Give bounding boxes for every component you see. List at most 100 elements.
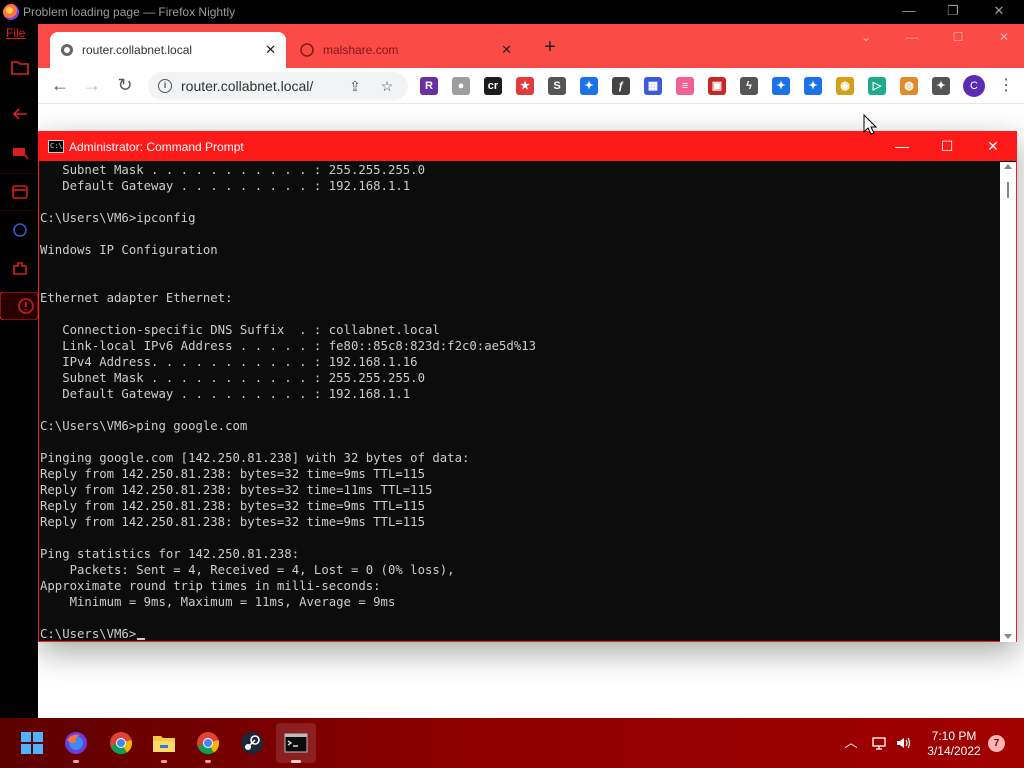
command-prompt-icon[interactable] bbox=[284, 731, 308, 755]
new-tab-button[interactable]: + bbox=[540, 37, 560, 58]
cmd-output-line bbox=[40, 306, 999, 322]
firefox-minimize-button[interactable]: — bbox=[886, 0, 932, 24]
text-cursor bbox=[137, 638, 146, 640]
cmd-output[interactable]: Subnet Mask . . . . . . . . . . . : 255.… bbox=[39, 162, 999, 642]
image-extension-icon[interactable]: ▣ bbox=[708, 77, 726, 95]
running-indicator bbox=[73, 760, 79, 763]
r-extension-icon[interactable]: R bbox=[420, 77, 438, 95]
cmd-output-line bbox=[40, 402, 999, 418]
reload-button[interactable]: ↻ bbox=[115, 76, 135, 96]
network-icon[interactable] bbox=[871, 735, 887, 751]
tab-malshare[interactable]: malshare.com ✕ bbox=[288, 32, 522, 68]
firefox-restore-button[interactable]: ❐ bbox=[930, 0, 976, 24]
cmd-output-line: IPv4 Address. . . . . . . . . . . : 192.… bbox=[40, 355, 418, 369]
back-arrow-icon[interactable] bbox=[11, 106, 29, 122]
library-icon[interactable] bbox=[11, 184, 29, 200]
firefox-icon[interactable] bbox=[64, 731, 88, 755]
cmd-titlebar[interactable]: C:\ Administrator: Command Prompt — ☐ ✕ bbox=[39, 132, 1016, 161]
cmd-output-line: Approximate round trip times in milli-se… bbox=[40, 579, 381, 593]
chrome-close-button[interactable]: ✕ bbox=[994, 30, 1014, 44]
chrome-maximize-button[interactable]: ☐ bbox=[948, 30, 968, 44]
puzzle-grey-icon[interactable]: ● bbox=[452, 77, 470, 95]
firefox-close-button[interactable]: ✕ bbox=[976, 0, 1022, 24]
cmd-output-line: Connection-specific DNS Suffix . : colla… bbox=[40, 323, 440, 337]
profile-avatar[interactable]: C bbox=[963, 75, 985, 97]
chrome-icon[interactable] bbox=[109, 731, 133, 755]
cookie-extension-icon[interactable]: ◍ bbox=[900, 77, 918, 95]
cmd-output-line: Reply from 142.250.81.238: bytes=32 time… bbox=[40, 499, 425, 513]
s-extension-icon[interactable]: S bbox=[548, 77, 566, 95]
chrome-2-icon[interactable] bbox=[196, 731, 220, 755]
cmd-output-line: Packets: Sent = 4, Received = 4, Lost = … bbox=[40, 563, 455, 577]
scroll-thumb[interactable] bbox=[1007, 182, 1009, 198]
clock-date: 3/14/2022 bbox=[927, 744, 981, 758]
globe-icon bbox=[61, 44, 73, 56]
running-indicator bbox=[205, 760, 211, 763]
cmd-prompt-line[interactable]: C:\Users\VM6> bbox=[40, 626, 999, 642]
forward-button[interactable]: → bbox=[82, 76, 102, 96]
chrome-toolbar: ← → ↻ i router.collabnet.local/ ⇪ ☆ R ● cr… bbox=[38, 68, 1024, 104]
tab-router[interactable]: router.collabnet.local ✕ bbox=[50, 32, 286, 68]
info-icon[interactable] bbox=[0, 292, 38, 320]
folder-icon[interactable] bbox=[11, 59, 29, 75]
back-button[interactable]: ← bbox=[50, 76, 70, 96]
file-explorer-icon[interactable] bbox=[152, 731, 176, 755]
command-prompt-window[interactable]: C:\ Administrator: Command Prompt — ☐ ✕ … bbox=[38, 131, 1017, 642]
cmd-output-line: Subnet Mask . . . . . . . . . . . : 255.… bbox=[40, 163, 425, 177]
tab-close-icon[interactable]: ✕ bbox=[501, 32, 512, 68]
scroll-up-icon[interactable] bbox=[1004, 164, 1012, 169]
cmd-output-line: Windows IP Configuration bbox=[40, 243, 218, 257]
puzzle-blue-icon[interactable]: ✦ bbox=[580, 77, 598, 95]
cmd-output-line bbox=[40, 226, 999, 242]
firefox-sidebar: File bbox=[0, 24, 38, 718]
cmd-scrollbar[interactable] bbox=[1000, 162, 1016, 642]
screenshot-icon[interactable] bbox=[11, 145, 29, 161]
share-icon[interactable]: ⇪ bbox=[346, 77, 364, 95]
cmd-close-button[interactable]: ✕ bbox=[970, 132, 1016, 161]
address-bar[interactable]: i router.collabnet.local/ ⇪ ☆ bbox=[148, 72, 408, 100]
system-clock[interactable]: 7:10 PM 3/14/2022 bbox=[920, 729, 988, 759]
puzzle-icon[interactable] bbox=[11, 260, 29, 276]
grid-extension-icon[interactable]: ▦ bbox=[644, 77, 662, 95]
lightning-extension-icon[interactable]: ϟ bbox=[740, 77, 758, 95]
doge-extension-icon[interactable]: ◉ bbox=[836, 77, 854, 95]
cmd-output-line bbox=[40, 194, 999, 210]
cmd-output-line bbox=[40, 434, 999, 450]
tab-label: router.collabnet.local bbox=[82, 43, 193, 57]
cmd-output-line: Reply from 142.250.81.238: bytes=32 time… bbox=[40, 467, 425, 481]
cmd-output-line bbox=[40, 258, 999, 274]
menu-file[interactable]: File bbox=[6, 26, 25, 40]
bookmark-star-icon[interactable]: ☆ bbox=[378, 77, 396, 95]
chrome-minimize-button[interactable]: — bbox=[902, 30, 922, 44]
firefox-titlebar[interactable]: Problem loading page — Firefox Nightly —… bbox=[0, 0, 1024, 24]
puzzle-blue-2-icon[interactable]: ✦ bbox=[772, 77, 790, 95]
chrome-menu-icon[interactable]: ⋮ bbox=[998, 76, 1014, 96]
play-extension-icon[interactable]: ▷ bbox=[868, 77, 886, 95]
firefox-window-title: Problem loading page — Firefox Nightly bbox=[23, 5, 236, 19]
cmd-app-icon: C:\ bbox=[48, 140, 64, 153]
cmd-output-line: Minimum = 9ms, Maximum = 11ms, Average =… bbox=[40, 595, 396, 609]
cmd-output-line: Ethernet adapter Ethernet: bbox=[40, 291, 233, 305]
volume-icon[interactable] bbox=[895, 735, 911, 751]
windows-start-icon[interactable] bbox=[20, 731, 44, 755]
tab-search-chevron-down-icon[interactable]: ⌄ bbox=[856, 30, 876, 44]
red-shield-icon[interactable]: ★ bbox=[516, 77, 534, 95]
address-url[interactable]: router.collabnet.local/ bbox=[181, 78, 313, 94]
f-extension-icon[interactable]: ƒ bbox=[612, 77, 630, 95]
cmd-minimize-button[interactable]: — bbox=[879, 132, 925, 161]
extensions-puzzle-icon[interactable]: ✦ bbox=[932, 77, 950, 95]
steam-icon[interactable] bbox=[240, 731, 264, 755]
tray-chevron-up-icon[interactable]: ︿ bbox=[843, 735, 859, 751]
tab-close-icon[interactable]: ✕ bbox=[265, 32, 276, 68]
site-info-icon[interactable]: i bbox=[158, 79, 172, 93]
clock-time: 7:10 PM bbox=[931, 729, 977, 743]
sidebar-divider bbox=[0, 210, 38, 211]
puzzle-blue-3-icon[interactable]: ✦ bbox=[804, 77, 822, 95]
notification-badge[interactable]: 7 bbox=[988, 735, 1005, 752]
cmd-maximize-button[interactable]: ☐ bbox=[924, 132, 970, 161]
flag-extension-icon[interactable]: ≡ bbox=[676, 77, 694, 95]
extensions-icon[interactable] bbox=[11, 222, 29, 238]
scroll-down-icon[interactable] bbox=[1004, 634, 1012, 639]
cr-extension-icon[interactable]: cr bbox=[484, 77, 502, 95]
cmd-output-line: Ping statistics for 142.250.81.238: bbox=[40, 547, 300, 561]
